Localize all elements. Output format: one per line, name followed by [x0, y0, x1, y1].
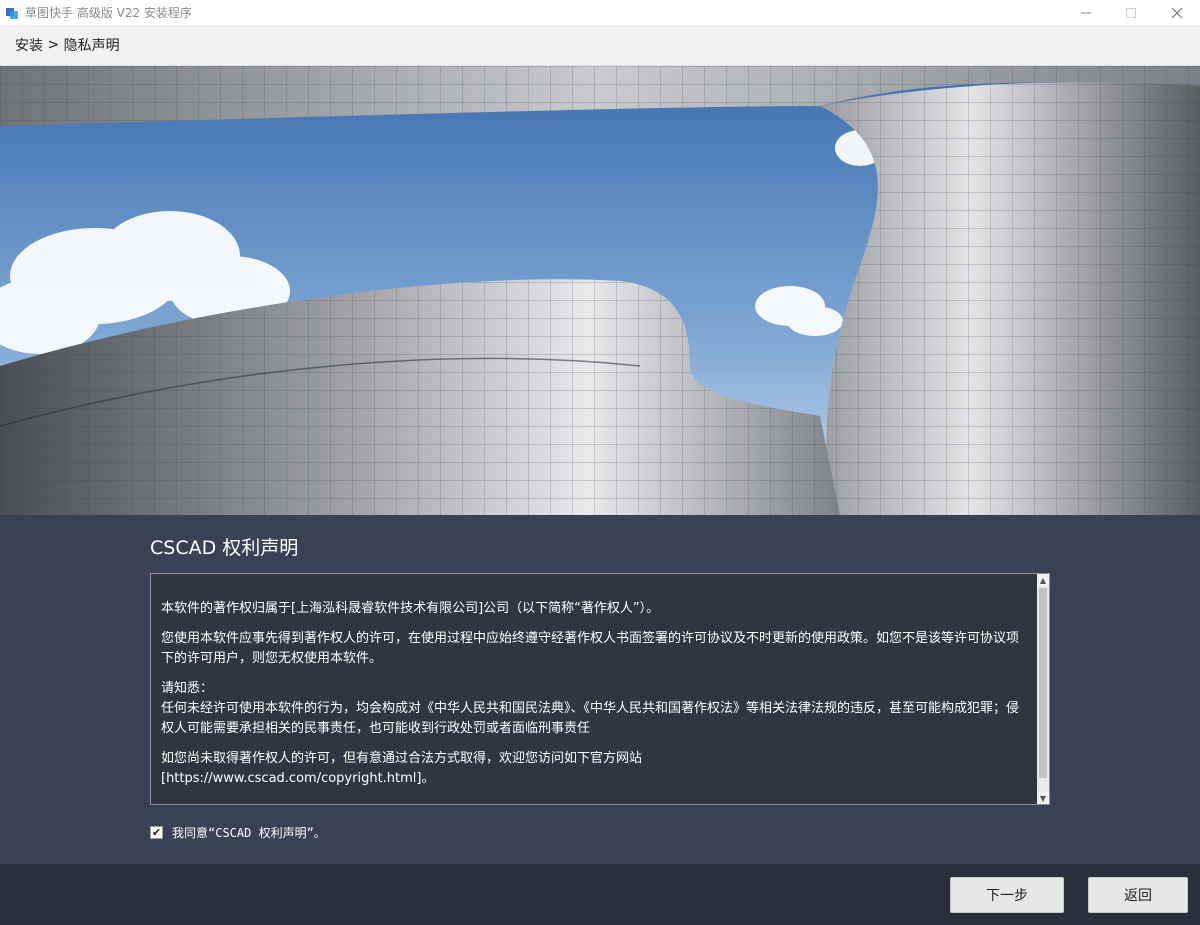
scroll-thumb[interactable]: [1039, 588, 1047, 778]
breadcrumb-separator: >: [43, 37, 64, 53]
app-icon: [4, 5, 20, 21]
footer-bar: 下一步 返回: [0, 864, 1200, 925]
statement-paragraph: 如您尚未取得著作权人的许可，但有意通过合法方式取得，欢迎您访问如下官方网站: [161, 751, 643, 766]
statement-text: 本软件的著作权归属于[上海泓科晟睿软件技术有限公司]公司（以下简称“著作权人”）…: [161, 599, 1029, 799]
close-icon: [1171, 7, 1183, 18]
agree-label[interactable]: 我同意“CSCAD 权利声明”。: [172, 824, 326, 841]
agree-row[interactable]: ✔ 我同意“CSCAD 权利声明”。: [150, 824, 326, 841]
next-button[interactable]: 下一步: [950, 877, 1064, 913]
minimize-button[interactable]: [1063, 0, 1109, 25]
statement-paragraph: 任何未经许可使用本软件的行为，均会构成对《中华人民共和国民法典》、《中华人民共和…: [161, 701, 1020, 736]
maximize-icon: [1126, 7, 1136, 18]
back-button[interactable]: 返回: [1088, 877, 1188, 913]
statement-panel: CSCAD 权利声明 本软件的著作权归属于[上海泓科晟睿软件技术有限公司]公司（…: [0, 515, 1200, 864]
statement-paragraph: 本软件的著作权归属于[上海泓科晟睿软件技术有限公司]公司（以下简称“著作权人”）…: [161, 601, 660, 616]
agree-checkbox[interactable]: ✔: [150, 826, 163, 839]
statement-paragraph: 请知悉：: [161, 681, 214, 696]
statement-textbox[interactable]: 本软件的著作权归属于[上海泓科晟睿软件技术有限公司]公司（以下简称“著作权人”）…: [150, 573, 1050, 805]
breadcrumb-step-install: 安装: [15, 38, 43, 54]
statement-paragraph: 您使用本软件应事先得到著作权人的许可，在使用过程中应始终遵守经著作权人书面签署的…: [161, 631, 1020, 666]
title-bar: 草图快手 高级版 V22 安装程序: [0, 0, 1200, 25]
hero-image: [0, 66, 1200, 515]
installer-window: 草图快手 高级版 V22 安装程序 安装 > 隐私声明 CSCAD 权利声明 本…: [0, 0, 1200, 925]
scroll-up-icon[interactable]: ▲: [1037, 574, 1049, 586]
window-title: 草图快手 高级版 V22 安装程序: [25, 6, 192, 20]
close-button[interactable]: [1154, 0, 1200, 25]
minimize-icon: [1081, 12, 1091, 13]
vertical-scrollbar[interactable]: ▲ ▼: [1037, 574, 1049, 804]
statement-heading: CSCAD 权利声明: [150, 537, 299, 559]
breadcrumb: 安装 > 隐私声明: [0, 25, 1200, 66]
statement-link[interactable]: [https://www.cscad.com/copyright.html]。: [161, 769, 1029, 789]
breadcrumb-step-privacy: 隐私声明: [63, 38, 120, 54]
maximize-button[interactable]: [1108, 0, 1154, 25]
scroll-down-icon[interactable]: ▼: [1037, 792, 1049, 804]
